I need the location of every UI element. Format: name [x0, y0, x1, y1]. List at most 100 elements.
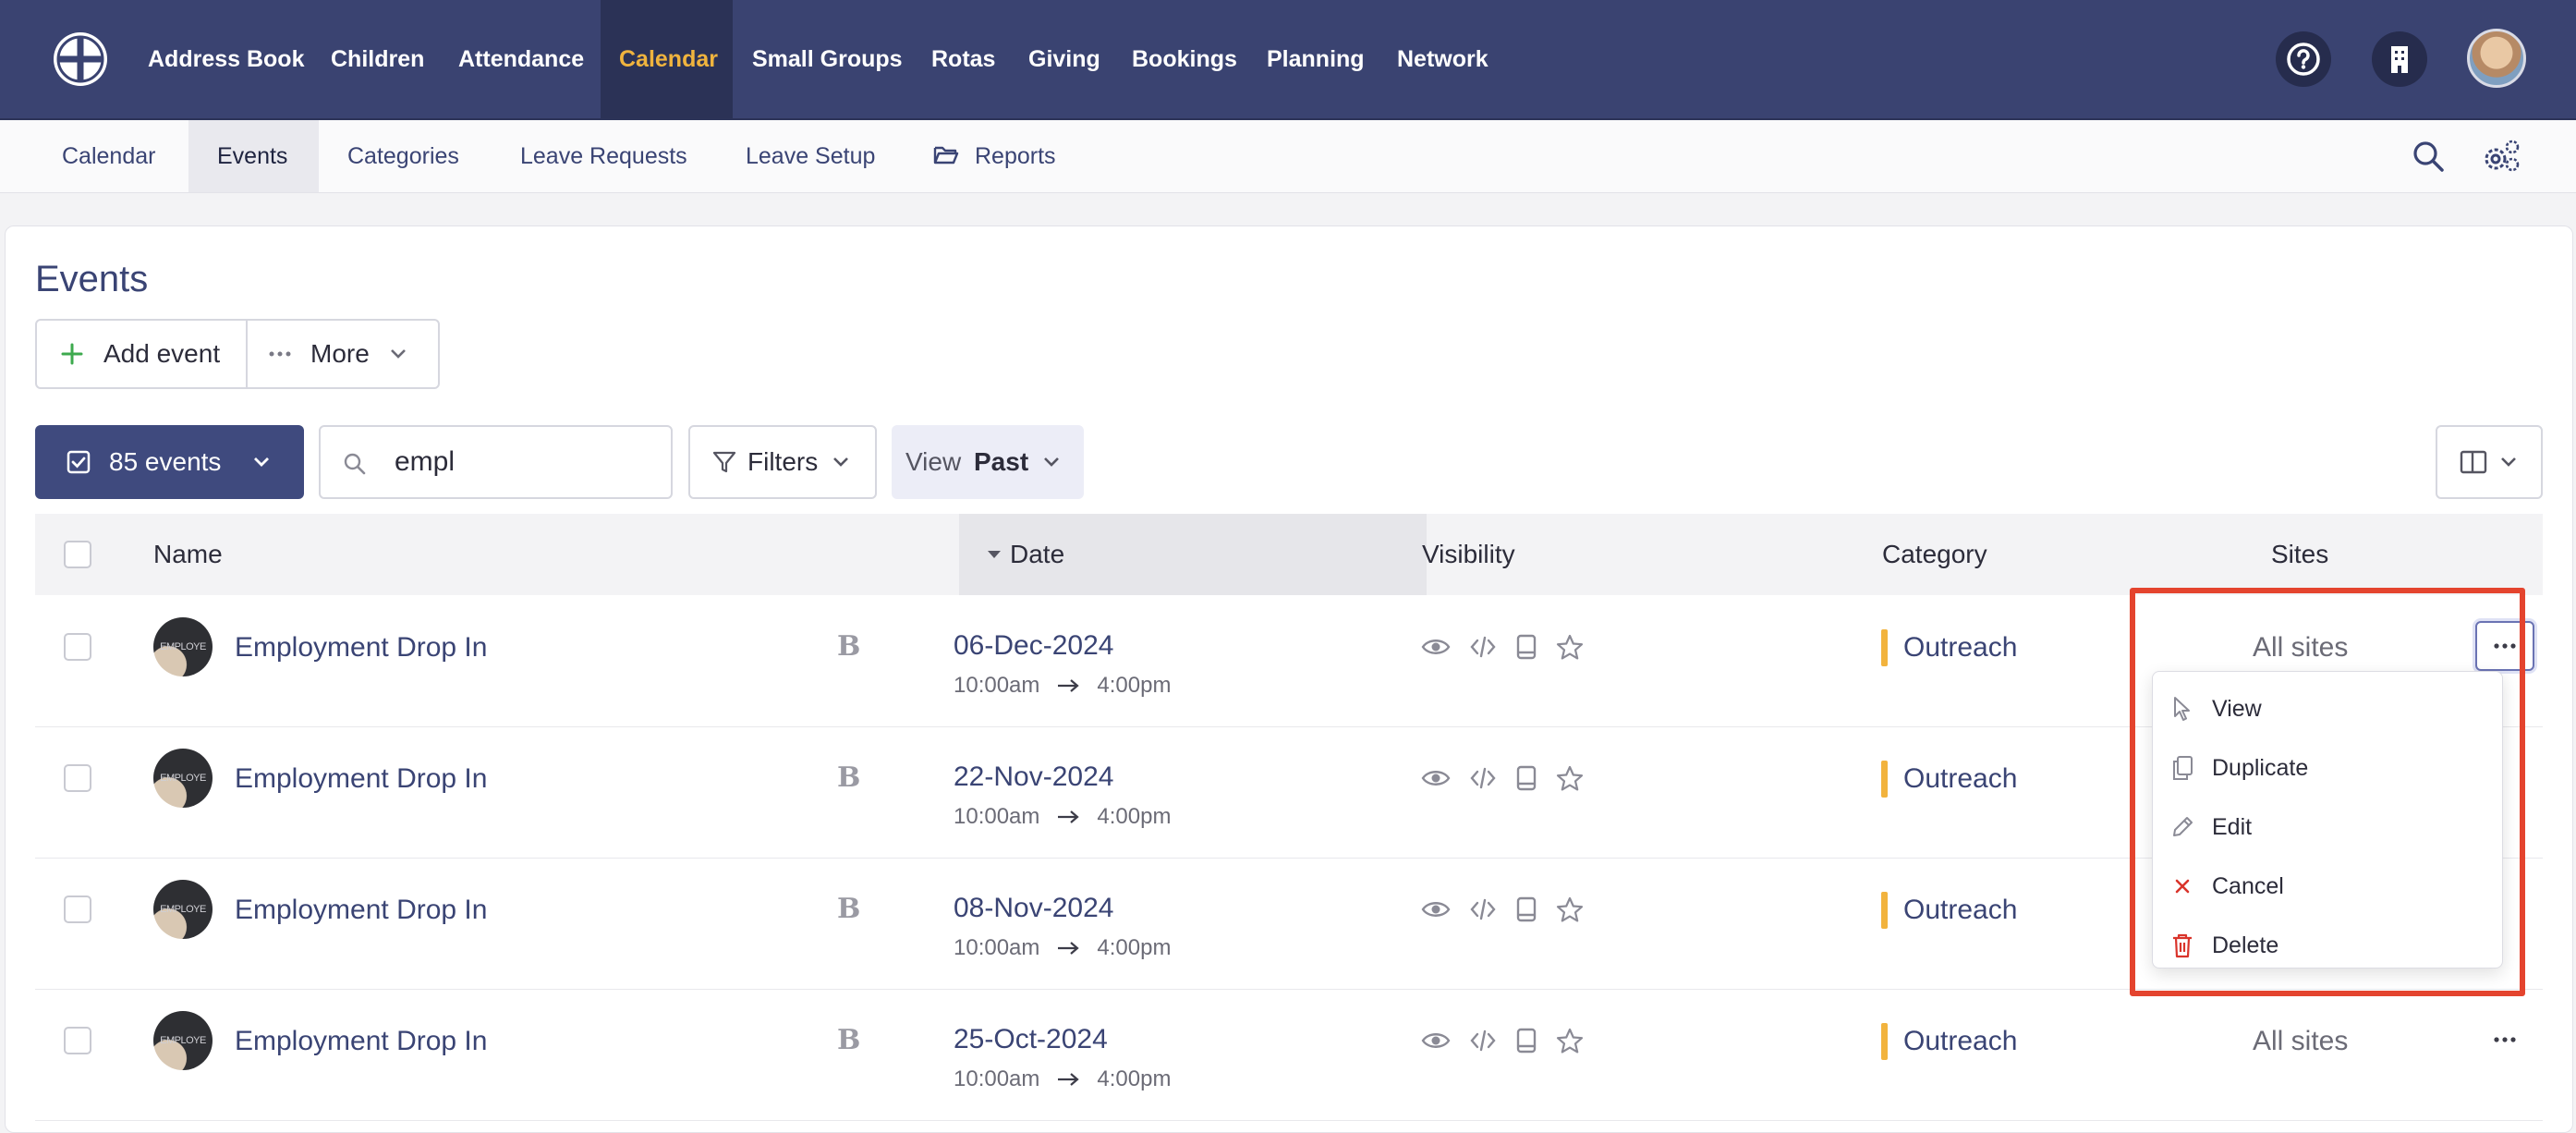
visibility-icons — [1421, 634, 1584, 660]
event-end-time: 4:00pm — [1097, 1066, 1172, 1091]
column-header-category[interactable]: Category — [1882, 514, 1987, 595]
star-icon — [1556, 896, 1584, 922]
event-end-time: 4:00pm — [1097, 935, 1172, 960]
nav-address-book[interactable]: Address Book — [148, 0, 304, 118]
event-start-time: 10:00am — [954, 804, 1040, 829]
row-checkbox[interactable] — [64, 764, 91, 792]
subnav-reports[interactable]: Reports — [975, 120, 1056, 192]
search-icon[interactable] — [2411, 139, 2446, 174]
column-header-date[interactable]: Date — [978, 514, 1064, 595]
row-checkbox[interactable] — [64, 1027, 91, 1054]
nav-small-groups[interactable]: Small Groups — [752, 0, 903, 118]
event-name-link[interactable]: Employment Drop In — [235, 763, 487, 795]
tablet-icon — [1516, 896, 1537, 922]
folder-open-icon — [933, 146, 959, 164]
row-checkbox[interactable] — [64, 633, 91, 661]
event-end-time: 4:00pm — [1097, 804, 1172, 829]
column-header-sites[interactable]: Sites — [2271, 514, 2328, 595]
sites-label: All sites — [2253, 1026, 2349, 1056]
booking-badge: B — [837, 761, 861, 794]
event-date-link[interactable]: 25-Oct-2024 — [954, 1024, 1108, 1055]
category-link[interactable]: Outreach — [1903, 895, 2017, 926]
organisation-button[interactable] — [2372, 31, 2427, 87]
star-icon — [1556, 1028, 1584, 1054]
chevron-down-icon — [254, 457, 269, 467]
eye-icon — [1421, 1033, 1451, 1048]
tablet-icon — [1516, 634, 1537, 660]
event-date-link[interactable]: 08-Nov-2024 — [954, 893, 1113, 924]
help-icon — [2287, 43, 2320, 76]
category-color-bar — [1881, 1023, 1888, 1060]
event-time-range: 10:00am 4:00pm — [954, 1066, 1171, 1092]
columns-button[interactable] — [2436, 425, 2543, 499]
select-all-checkbox[interactable] — [64, 541, 91, 568]
event-end-time: 4:00pm — [1097, 673, 1172, 698]
embed-code-icon — [1470, 767, 1496, 789]
booking-badge: B — [837, 630, 861, 663]
nav-network[interactable]: Network — [1397, 0, 1488, 118]
category-color-bar — [1881, 761, 1888, 798]
event-name-link[interactable]: Employment Drop In — [235, 632, 487, 664]
more-button[interactable]: More — [248, 321, 438, 387]
annotation-highlight-box — [2130, 588, 2525, 996]
arrow-right-icon — [1058, 810, 1080, 823]
category-link[interactable]: Outreach — [1903, 763, 2017, 795]
search-field[interactable]: empl — [319, 425, 673, 499]
table-row[interactable]: EMPLOYE Employment Drop In B 25-Oct-2024… — [35, 989, 2543, 1121]
nav-bookings[interactable]: Bookings — [1132, 0, 1237, 118]
embed-code-icon — [1470, 636, 1496, 658]
nav-children[interactable]: Children — [331, 0, 424, 118]
column-header-name[interactable]: Name — [153, 514, 223, 595]
subnav-events[interactable]: Events — [217, 120, 287, 192]
settings-gears-icon[interactable] — [2482, 137, 2522, 176]
filters-button[interactable]: Filters — [688, 425, 877, 499]
eye-icon — [1421, 771, 1451, 786]
nav-planning[interactable]: Planning — [1267, 0, 1365, 118]
ellipsis-icon — [2494, 1037, 2516, 1042]
app-logo-icon[interactable] — [51, 30, 110, 89]
chevron-down-icon — [1044, 457, 1059, 467]
row-checkbox[interactable] — [64, 895, 91, 923]
help-button[interactable] — [2276, 31, 2331, 87]
page-title: Events — [35, 259, 149, 299]
columns-icon — [2460, 450, 2487, 474]
booking-badge: B — [837, 893, 861, 925]
chevron-down-icon — [390, 349, 406, 359]
search-input[interactable]: empl — [395, 427, 455, 497]
event-name-link[interactable]: Employment Drop In — [235, 1026, 487, 1057]
ellipsis-icon — [269, 351, 291, 357]
event-date-link[interactable]: 06-Dec-2024 — [954, 630, 1113, 662]
view-value: Past — [974, 447, 1029, 476]
user-avatar[interactable] — [2467, 29, 2526, 88]
subnav-leave-requests[interactable]: Leave Requests — [520, 120, 687, 192]
nav-attendance[interactable]: Attendance — [458, 0, 584, 118]
add-event-label: Add event — [103, 339, 221, 368]
action-button-group: Add event More — [35, 319, 440, 389]
event-thumbnail: EMPLOYE — [153, 1011, 213, 1070]
event-name-link[interactable]: Employment Drop In — [235, 895, 487, 926]
chevron-down-icon — [2501, 457, 2516, 467]
add-event-button[interactable]: Add event — [37, 321, 246, 387]
eye-icon — [1421, 640, 1451, 654]
tablet-icon — [1516, 1028, 1537, 1054]
eye-icon — [1421, 902, 1451, 917]
subnav-calendar[interactable]: Calendar — [62, 120, 155, 192]
subnav-leave-setup[interactable]: Leave Setup — [746, 120, 875, 192]
category-link[interactable]: Outreach — [1903, 1026, 2017, 1057]
visibility-icons — [1421, 896, 1584, 922]
nav-giving[interactable]: Giving — [1028, 0, 1100, 118]
funnel-icon — [712, 451, 736, 473]
events-count-button[interactable]: 85 events — [35, 425, 304, 499]
more-label: More — [310, 339, 370, 368]
category-link[interactable]: Outreach — [1903, 632, 2017, 664]
row-actions-button[interactable] — [2475, 1015, 2534, 1065]
embed-code-icon — [1470, 898, 1496, 920]
nav-rotas[interactable]: Rotas — [931, 0, 995, 118]
search-icon — [344, 453, 366, 475]
view-selector[interactable]: View Past — [892, 425, 1084, 499]
column-header-visibility[interactable]: Visibility — [1422, 514, 1515, 595]
subnav-categories[interactable]: Categories — [347, 120, 459, 192]
category-color-bar — [1881, 892, 1888, 929]
event-date-link[interactable]: 22-Nov-2024 — [954, 761, 1113, 793]
nav-calendar[interactable]: Calendar — [619, 0, 718, 118]
